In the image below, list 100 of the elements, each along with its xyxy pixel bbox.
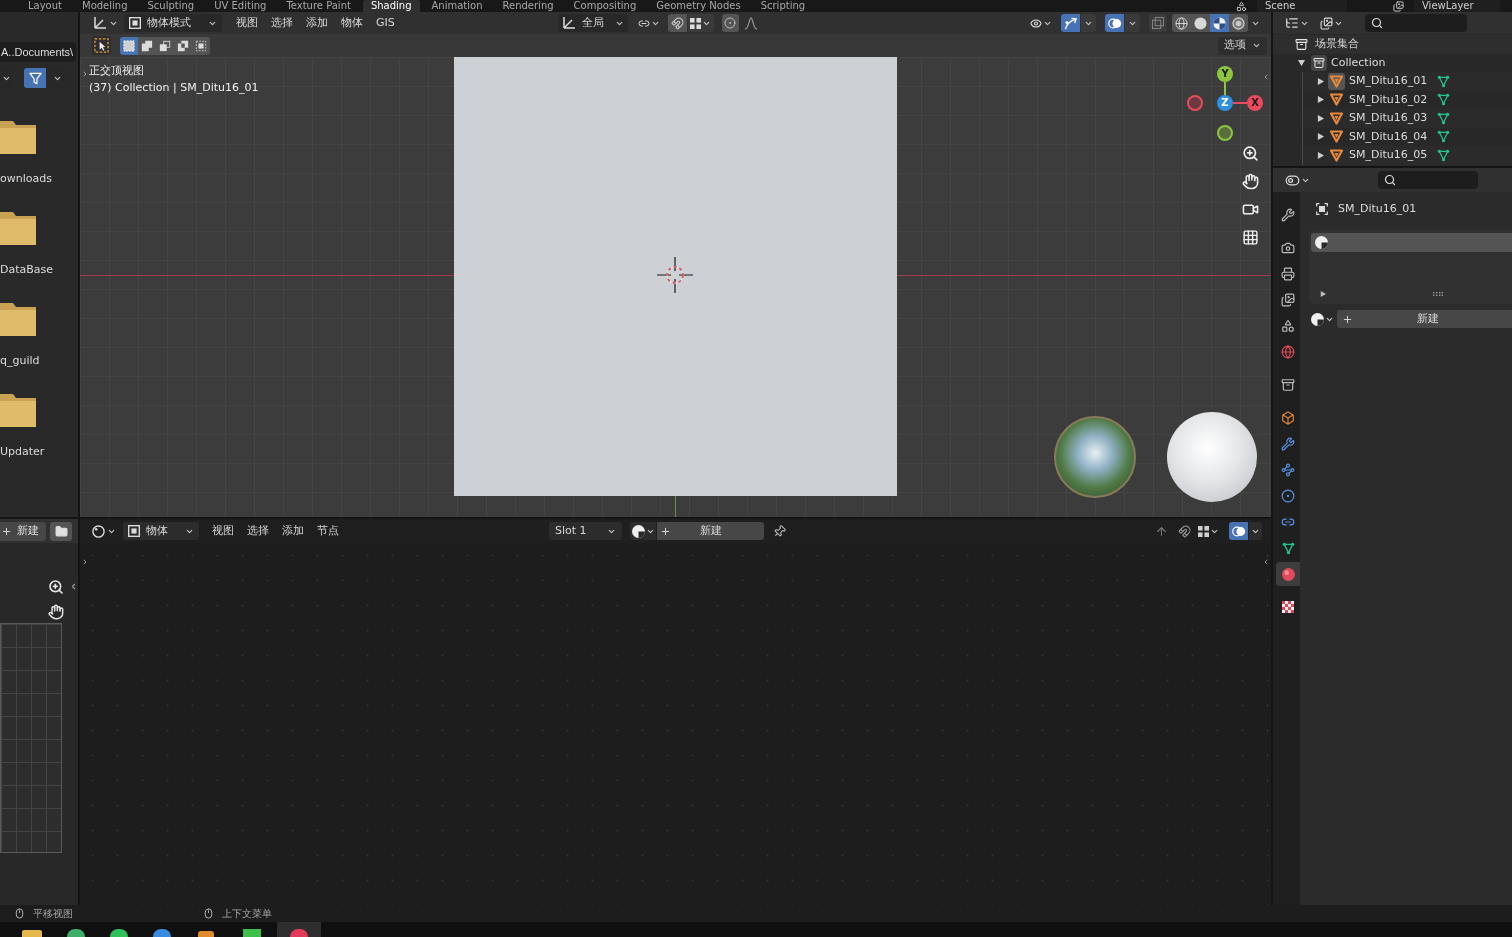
outliner-row[interactable]: 场景集合 xyxy=(1273,35,1512,54)
gizmo-axis-handle[interactable] xyxy=(1187,95,1203,111)
workspace-tab[interactable]: Texture Paint xyxy=(278,0,359,12)
workspace-tab[interactable]: Animation xyxy=(423,0,491,12)
options-dropdown[interactable]: 选项 xyxy=(1218,36,1267,55)
app-icon[interactable] xyxy=(110,929,128,937)
overlays-toggle[interactable] xyxy=(1229,522,1248,540)
path-field[interactable]: A..Documents\ xyxy=(0,42,76,62)
folder-icon xyxy=(0,209,36,245)
workspace-tab[interactable]: Modeling xyxy=(74,0,136,12)
gizmo-axis-handle[interactable]: Y xyxy=(1217,66,1233,82)
folder-label[interactable]: ownloads xyxy=(0,172,78,186)
hand-icon[interactable] xyxy=(48,604,64,620)
filter-toggle[interactable] xyxy=(24,68,46,88)
new-button[interactable]: 新建 xyxy=(0,521,46,541)
camera-icon[interactable] xyxy=(1242,201,1259,218)
folder-label[interactable]: DataBase xyxy=(0,263,78,277)
slot-dropdown[interactable]: Slot 1 xyxy=(549,522,622,540)
disclosure-triangle-icon[interactable] xyxy=(1317,77,1324,85)
shading-mode-button[interactable] xyxy=(1172,14,1191,32)
disclosure-triangle-icon[interactable] xyxy=(1317,96,1324,104)
outliner-row[interactable]: Collection xyxy=(1273,53,1512,72)
gizmo-axis-handle[interactable] xyxy=(1217,125,1233,141)
new-material-button[interactable]: 新建 xyxy=(657,522,764,540)
menu-item[interactable]: 选择 xyxy=(241,522,275,540)
outliner-row[interactable]: SM_Ditu16_04 xyxy=(1303,127,1512,146)
menu-item[interactable]: 节点 xyxy=(311,522,345,540)
selection-mode-button[interactable] xyxy=(120,36,138,55)
sidebar-toggle-icon[interactable] xyxy=(69,582,78,591)
open-button[interactable] xyxy=(50,521,72,541)
selection-mode-button[interactable] xyxy=(138,36,156,55)
shading-mode-button[interactable] xyxy=(1191,14,1210,32)
menu-item[interactable]: 添加 xyxy=(300,14,334,32)
shapes-icon[interactable] xyxy=(1236,1,1247,12)
workspace-tab[interactable]: Geometry Nodes xyxy=(648,0,749,12)
shading-mode-button[interactable] xyxy=(1229,14,1248,32)
shading-mode-button[interactable] xyxy=(1210,14,1229,32)
disclosure-triangle-icon[interactable] xyxy=(1320,291,1326,297)
menu-item[interactable]: GIS xyxy=(370,14,401,32)
material-slot-row[interactable] xyxy=(1311,233,1512,252)
workspace-tab[interactable]: Layout xyxy=(20,0,70,12)
images-icon[interactable] xyxy=(1393,1,1404,12)
gizmo-toggle[interactable] xyxy=(1061,14,1080,32)
snap-target-dropdown[interactable] xyxy=(687,14,714,32)
workspace-tab[interactable]: UV Editing xyxy=(206,0,275,12)
gizmo-axis-handle[interactable]: X xyxy=(1247,95,1263,111)
menu-item[interactable]: 物体 xyxy=(335,14,369,32)
selection-mode-button[interactable] xyxy=(192,36,210,55)
mode-dropdown[interactable]: 物体模式 xyxy=(124,14,222,32)
xray-toggle[interactable] xyxy=(1149,14,1167,32)
search-field[interactable] xyxy=(1378,171,1478,189)
view-layer-field[interactable]: ViewLayer xyxy=(1414,0,1500,12)
resize-grip-icon[interactable] xyxy=(1433,292,1443,296)
zoom-icon[interactable] xyxy=(48,579,64,595)
folder-label[interactable]: q_guild xyxy=(0,354,78,368)
menu-item[interactable]: 选择 xyxy=(265,14,299,32)
search-field[interactable] xyxy=(1365,14,1467,32)
disclosure-triangle-icon[interactable] xyxy=(1317,133,1324,141)
menu-item[interactable]: 添加 xyxy=(276,522,310,540)
overlays-toggle[interactable] xyxy=(1105,14,1124,32)
disclosure-triangle-icon[interactable] xyxy=(1317,114,1324,122)
disclosure-triangle-icon[interactable] xyxy=(1317,151,1324,159)
workspace-tab[interactable]: Shading xyxy=(362,0,420,12)
zoom-icon[interactable] xyxy=(1242,145,1259,162)
disclosure-triangle-icon[interactable] xyxy=(1298,59,1305,67)
arrow-up-icon[interactable] xyxy=(1155,524,1168,538)
select-box-tool[interactable] xyxy=(92,36,111,55)
gizmo-dropdown[interactable] xyxy=(1081,14,1096,32)
sidebar-toggle-icon[interactable] xyxy=(81,70,89,78)
grid-icon[interactable] xyxy=(1242,229,1259,246)
object-type-dropdown[interactable]: 物体 xyxy=(123,522,199,540)
app-icon[interactable] xyxy=(67,929,85,937)
vertex-triangle-icon xyxy=(1437,130,1450,144)
sidebar-toggle-icon[interactable] xyxy=(1262,73,1270,81)
magnet-icon[interactable] xyxy=(1178,524,1191,538)
sidebar-toggle-icon[interactable] xyxy=(1262,558,1270,566)
selection-mode-button[interactable] xyxy=(156,36,174,55)
bell-curve-icon[interactable] xyxy=(743,16,758,30)
new-material-button[interactable]: 新建 xyxy=(1337,310,1512,328)
proportional-edit-toggle[interactable] xyxy=(721,14,739,32)
taskbar-button[interactable] xyxy=(277,922,321,937)
snap-toggle[interactable] xyxy=(667,14,687,32)
hand-icon[interactable] xyxy=(1242,173,1259,190)
outliner-row[interactable]: SM_Ditu16_02 xyxy=(1303,90,1512,109)
workspace-tab[interactable]: Rendering xyxy=(494,0,562,12)
sidebar-toggle-icon[interactable] xyxy=(81,558,89,566)
overlays-dropdown[interactable] xyxy=(1125,14,1140,32)
workspace-tab[interactable]: Sculpting xyxy=(139,0,203,12)
folder-label[interactable]: Updater xyxy=(0,445,78,459)
selection-mode-button[interactable] xyxy=(174,36,192,55)
overlays-dropdown[interactable] xyxy=(1249,522,1262,540)
menu-item[interactable]: 视图 xyxy=(206,522,240,540)
orientation-dropdown[interactable]: 全局 xyxy=(557,14,628,32)
menu-item[interactable]: 视图 xyxy=(230,14,264,32)
workspace-tab[interactable]: Scripting xyxy=(752,0,814,12)
material-browse-button[interactable] xyxy=(630,522,656,540)
scene-field[interactable]: Scene xyxy=(1257,0,1347,12)
workspace-tab[interactable]: Compositing xyxy=(565,0,645,12)
editor-type-button[interactable] xyxy=(90,522,117,540)
app-icon[interactable] xyxy=(153,929,171,937)
